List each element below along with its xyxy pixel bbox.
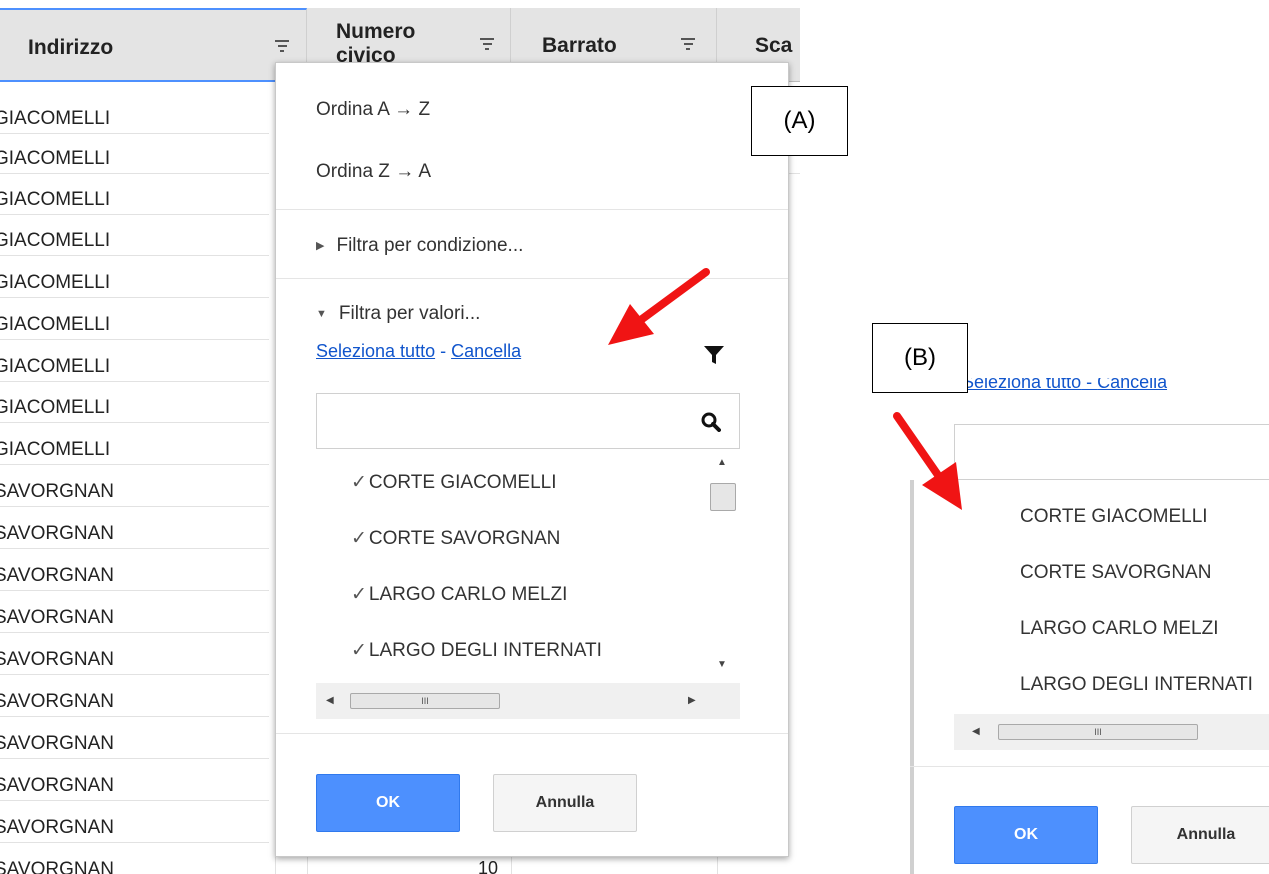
red-arrow-a [608,268,710,345]
annotation-arrows [608,268,962,510]
red-arrow-b [893,412,962,510]
